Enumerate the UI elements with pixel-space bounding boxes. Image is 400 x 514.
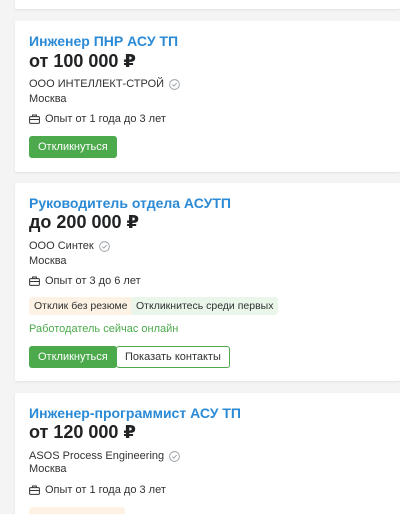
briefcase-icon xyxy=(29,485,40,495)
vacancy-title-link[interactable]: Инженер-программист АСУ ТП xyxy=(29,405,241,421)
apply-button[interactable]: Откликнуться xyxy=(29,346,117,368)
vacancy-title-link[interactable]: Руководитель отдела АСУТП xyxy=(29,195,231,211)
company-name[interactable]: ООО ИНТЕЛЛЕКТ-СТРОЙ xyxy=(29,78,180,90)
company-label: ООО ИНТЕЛЛЕКТ-СТРОЙ xyxy=(29,78,165,90)
briefcase-icon xyxy=(29,276,40,286)
vacancy-card: Руководитель отдела АСУТП до 200 000 ₽ О… xyxy=(15,183,400,381)
vacancy-title-link[interactable]: Инженер ПНР АСУ ТП xyxy=(29,33,178,49)
vacancy-card: Инженер ПНР АСУ ТП от 100 000 ₽ ООО ИНТЕ… xyxy=(15,21,400,172)
vacancy-city: Москва xyxy=(29,93,67,105)
company-name[interactable]: ООО Синтек xyxy=(29,240,110,252)
tag-partial xyxy=(29,507,125,514)
verified-check-icon xyxy=(98,240,110,252)
tag-respond-first: Откликнитесь среди первых xyxy=(131,297,279,315)
experience-row: Опыт от 1 года до 3 лет xyxy=(29,113,166,125)
apply-button[interactable]: Откликнуться xyxy=(29,136,117,158)
show-contacts-button[interactable]: Показать контакты xyxy=(116,346,230,368)
experience-row: Опыт от 1 года до 3 лет xyxy=(29,484,166,496)
vacancy-salary: от 100 000 ₽ xyxy=(29,51,136,71)
vacancy-card-partial xyxy=(15,0,400,9)
experience-text: Опыт от 1 года до 3 лет xyxy=(45,484,166,496)
briefcase-icon xyxy=(29,114,40,124)
tag-no-resume: Отклик без резюме xyxy=(29,297,133,315)
vacancy-salary: до 200 000 ₽ xyxy=(29,212,140,232)
experience-text: Опыт от 3 до 6 лет xyxy=(45,275,141,287)
vacancy-city: Москва xyxy=(29,463,67,475)
vacancy-salary: от 120 000 ₽ xyxy=(29,422,136,442)
vacancy-city: Москва xyxy=(29,255,67,267)
verified-check-icon xyxy=(169,78,180,90)
company-label: ООО Синтек xyxy=(29,240,94,252)
experience-row: Опыт от 3 до 6 лет xyxy=(29,275,141,287)
verified-check-icon xyxy=(169,450,180,462)
experience-text: Опыт от 1 года до 3 лет xyxy=(45,113,166,125)
employer-online-status: Работодатель сейчас онлайн xyxy=(29,323,179,335)
company-label: ASOS Process Engineering xyxy=(29,450,165,462)
company-name[interactable]: ASOS Process Engineering xyxy=(29,450,180,462)
vacancy-card: Инженер-программист АСУ ТП от 120 000 ₽ … xyxy=(15,393,400,514)
